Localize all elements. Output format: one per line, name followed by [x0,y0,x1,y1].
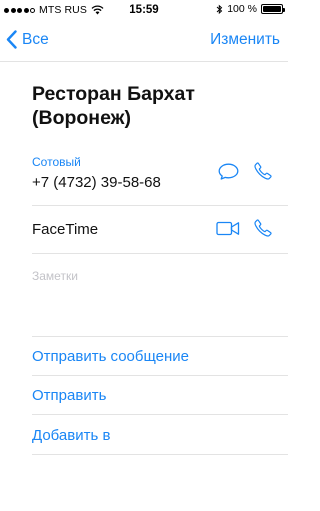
battery-percent: 100 % [227,3,257,15]
add-to-divider [32,454,288,455]
status-right: 100 % [216,3,285,15]
back-button-label: Все [22,30,49,48]
nav-divider [0,61,288,62]
battery-icon [261,4,285,14]
edit-button[interactable]: Изменить [210,31,280,49]
share-contact-button[interactable]: Отправить [32,387,106,404]
phone-row-divider [32,205,288,206]
battery-fill [263,6,281,12]
contact-name-line2: (Воронеж) [32,107,131,129]
facetime-label: FaceTime [32,221,99,238]
phone-label: Сотовый [32,155,81,169]
back-button[interactable]: Все [6,30,49,49]
video-camera-icon[interactable] [216,221,240,236]
notes-field[interactable]: Заметки [32,269,78,283]
bluetooth-icon [216,4,223,14]
navigation-bar: Все Изменить [0,20,288,61]
add-to-button[interactable]: Добавить в [32,427,110,444]
facetime-row-divider [32,253,288,254]
message-bubble-icon[interactable] [218,163,239,180]
contact-name-line1: Ресторан Бархат [32,83,195,105]
share-divider [32,414,288,415]
phone-call-icon[interactable] [254,162,272,180]
contact-name: Ресторан Бархат (Воронеж) [32,82,272,130]
facetime-audio-icon[interactable] [254,219,272,237]
chevron-left-icon [6,30,17,49]
send-message-button[interactable]: Отправить сообщение [32,348,189,365]
phone-number[interactable]: +7 (4732) 39-58-68 [32,174,161,191]
notes-divider [32,336,288,337]
send-message-divider [32,375,288,376]
status-bar: MTS RUS 15:59 100 % [0,0,288,20]
